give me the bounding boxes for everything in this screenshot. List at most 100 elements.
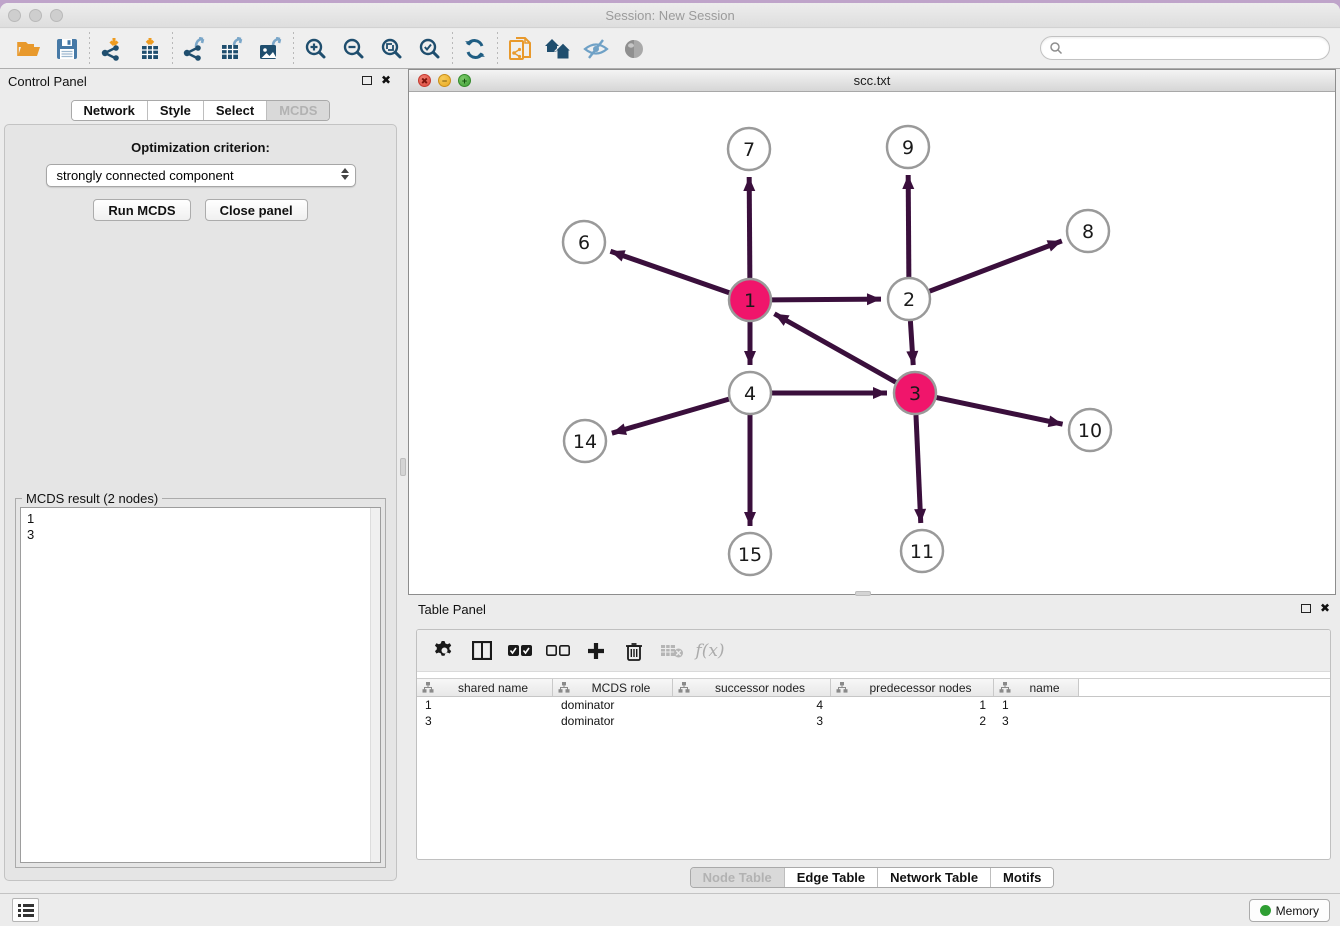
zoom-out-button[interactable]	[335, 32, 373, 66]
graph-edge-3-10[interactable]	[937, 398, 1063, 425]
delete-table-icon	[660, 643, 684, 659]
home-button[interactable]	[539, 32, 577, 66]
toggle-panes-button[interactable]	[463, 634, 501, 668]
graph-edge-3-11[interactable]	[916, 415, 921, 523]
tab-mcds[interactable]: MCDS	[266, 101, 329, 120]
optimization-dropdown[interactable]: strongly connected component	[46, 164, 356, 187]
tab-select[interactable]: Select	[203, 101, 266, 120]
add-column-button[interactable]	[577, 634, 615, 668]
column-header-successor-nodes[interactable]: successor nodes	[673, 679, 831, 696]
tab-style[interactable]: Style	[147, 101, 203, 120]
mcds-panel: Optimization criterion: strongly connect…	[4, 124, 397, 881]
table-cell[interactable]: 3	[417, 713, 553, 729]
control-panel-header: Control Panel ✖	[0, 69, 401, 95]
graph-node-11[interactable]: 11	[901, 530, 943, 572]
table-cell[interactable]: dominator	[553, 713, 673, 729]
tab-motifs[interactable]: Motifs	[990, 868, 1053, 887]
graph-node-3[interactable]: 3	[894, 372, 936, 414]
delete-table-button[interactable]	[653, 634, 691, 668]
toolbar-separator	[497, 32, 498, 66]
graph-node-4[interactable]: 4	[729, 372, 771, 414]
graph-node-1[interactable]: 1	[729, 279, 771, 321]
float-panel-icon[interactable]	[1301, 604, 1311, 613]
toolbar-separator	[89, 32, 90, 66]
deselect-all-button[interactable]	[539, 634, 577, 668]
open-session-file-button[interactable]	[501, 32, 539, 66]
float-panel-icon[interactable]	[362, 76, 372, 85]
graph-node-8[interactable]: 8	[1067, 210, 1109, 252]
column-header-predecessor-nodes[interactable]: predecessor nodes	[831, 679, 994, 696]
run-mcds-button[interactable]: Run MCDS	[93, 199, 190, 221]
table-cell[interactable]: 1	[831, 697, 994, 713]
save-session-button[interactable]	[48, 32, 86, 66]
mcds-result-group: MCDS result (2 nodes) 1 3	[15, 498, 386, 868]
tab-node-table[interactable]: Node Table	[691, 868, 784, 887]
select-all-icon	[508, 645, 532, 657]
table-cell[interactable]: 4	[673, 697, 831, 713]
export-table-button[interactable]	[214, 32, 252, 66]
hide-details-icon	[583, 38, 609, 60]
memory-button[interactable]: Memory	[1249, 899, 1330, 922]
graph-node-2[interactable]: 2	[888, 278, 930, 320]
column-header-MCDS-role[interactable]: MCDS role	[553, 679, 673, 696]
export-image-button[interactable]	[252, 32, 290, 66]
search-input[interactable]	[1063, 38, 1329, 58]
import-network-button[interactable]	[93, 32, 131, 66]
refresh-button[interactable]	[456, 32, 494, 66]
graph-edge-2-3[interactable]	[910, 321, 913, 365]
graph-edge-2-8[interactable]	[930, 241, 1062, 291]
network-canvas[interactable]: 7 9 6 8 1 2 4 3 14 10 15 11	[409, 92, 1335, 594]
zoom-fit-button[interactable]	[373, 32, 411, 66]
table-cell[interactable]: 1	[994, 697, 1079, 713]
graph-node-6[interactable]: 6	[563, 221, 605, 263]
import-table-button[interactable]	[131, 32, 169, 66]
export-network-button[interactable]	[176, 32, 214, 66]
close-panel-button[interactable]: Close panel	[205, 199, 308, 221]
table-row[interactable]: 3dominator323	[417, 713, 1330, 729]
graph-edge-1-6[interactable]	[610, 251, 729, 293]
graph-node-9[interactable]: 9	[887, 126, 929, 168]
tab-network[interactable]: Network	[72, 101, 147, 120]
show-details-button[interactable]	[615, 32, 653, 66]
delete-button[interactable]	[615, 634, 653, 668]
table-cell[interactable]: 3	[673, 713, 831, 729]
hide-details-button[interactable]	[577, 32, 615, 66]
memory-status-icon	[1260, 905, 1271, 916]
graph-node-14[interactable]: 14	[564, 420, 606, 462]
table-cell[interactable]: dominator	[553, 697, 673, 713]
function-builder-button[interactable]: f(x)	[691, 634, 729, 668]
open-session-button[interactable]	[10, 32, 48, 66]
close-panel-icon[interactable]: ✖	[381, 75, 391, 85]
column-header-name[interactable]: name	[994, 679, 1079, 696]
table-cell[interactable]: 1	[417, 697, 553, 713]
graph-node-15[interactable]: 15	[729, 533, 771, 575]
graph-node-10[interactable]: 10	[1069, 409, 1111, 451]
table-cell[interactable]: 3	[994, 713, 1079, 729]
svg-text:10: 10	[1078, 420, 1102, 442]
tab-network-table[interactable]: Network Table	[877, 868, 990, 887]
select-all-button[interactable]	[501, 634, 539, 668]
table-settings-button[interactable]	[425, 634, 463, 668]
graph-edge-3-1[interactable]	[774, 314, 895, 382]
graph-edge-4-14[interactable]	[612, 399, 729, 433]
import-network-icon	[100, 37, 124, 61]
graph-edge-2-9[interactable]	[908, 175, 909, 277]
splitter-handle[interactable]	[855, 591, 871, 596]
zoom-selected-button[interactable]	[411, 32, 449, 66]
dropdown-value: strongly connected component	[57, 168, 234, 183]
table-row[interactable]: 1dominator411	[417, 697, 1330, 713]
graph-edge-1-2[interactable]	[772, 299, 881, 300]
mcds-result-area[interactable]: 1 3	[20, 507, 381, 863]
column-header-shared-name[interactable]: shared name	[417, 679, 553, 696]
result-scrollbar[interactable]	[370, 508, 380, 862]
column-type-icon	[678, 682, 690, 693]
close-panel-icon[interactable]: ✖	[1320, 603, 1330, 613]
splitter-handle[interactable]	[400, 458, 406, 476]
tab-edge-table[interactable]: Edge Table	[784, 868, 877, 887]
table-cell[interactable]: 2	[831, 713, 994, 729]
table-panel-header: Table Panel ✖	[404, 597, 1340, 623]
graph-edge-1-7[interactable]	[749, 177, 750, 278]
zoom-in-button[interactable]	[297, 32, 335, 66]
task-history-button[interactable]	[12, 898, 39, 922]
graph-node-7[interactable]: 7	[728, 128, 770, 170]
